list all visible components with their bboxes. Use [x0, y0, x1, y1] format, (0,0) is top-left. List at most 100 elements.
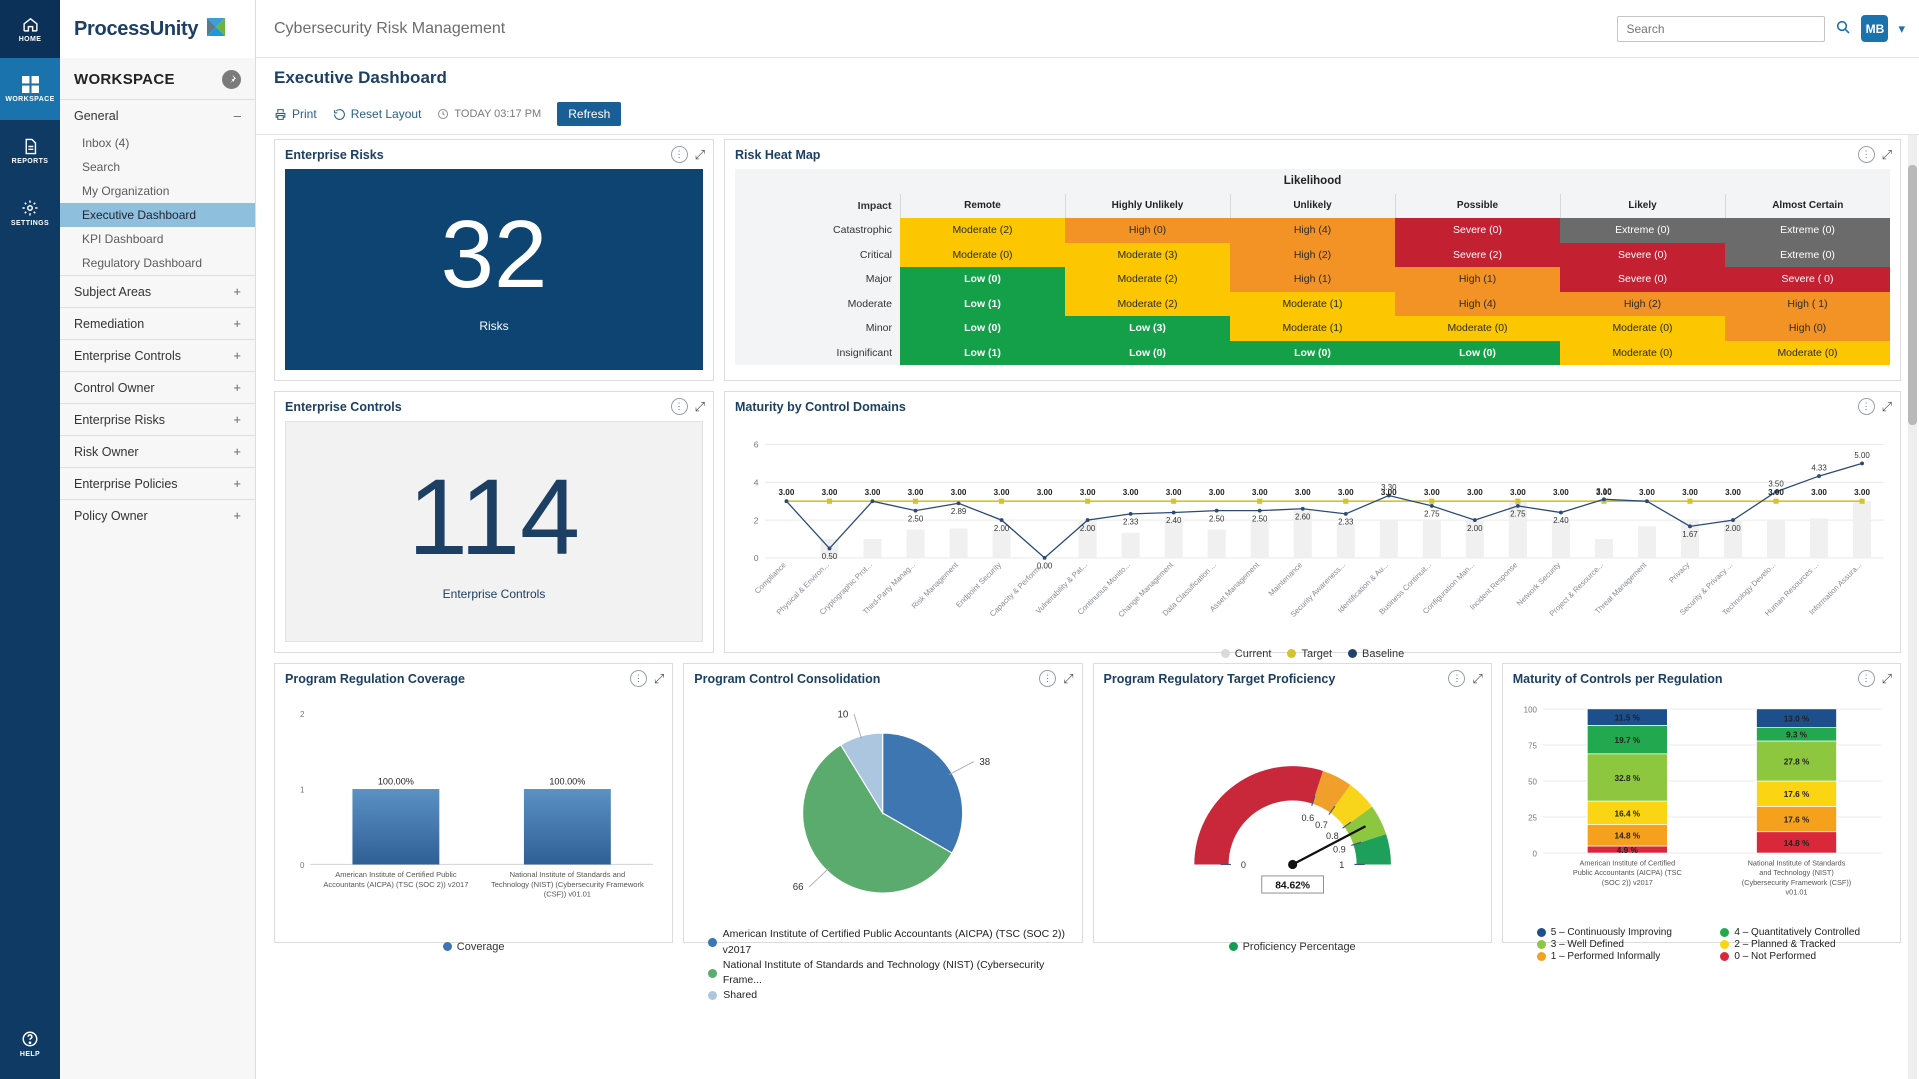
legend-item-coverage[interactable]: Coverage [443, 941, 505, 953]
heat-map-cell[interactable]: Severe (0) [1560, 267, 1725, 292]
kebab-menu-icon[interactable]: ⋮ [1858, 146, 1875, 163]
reset-layout-button[interactable]: Reset Layout [333, 107, 422, 121]
kebab-menu-icon[interactable]: ⋮ [671, 398, 688, 415]
expand-icon[interactable]: + [233, 476, 241, 491]
expand-icon[interactable]: ⤢ [1882, 147, 1892, 163]
kebab-menu-icon[interactable]: ⋮ [1448, 670, 1465, 687]
expand-icon[interactable]: + [233, 284, 241, 299]
heat-map-cell[interactable]: Moderate (0) [900, 243, 1065, 268]
search-icon[interactable] [1835, 19, 1851, 38]
heat-map-cell[interactable]: Low (0) [1395, 341, 1560, 366]
heat-map-cell[interactable]: High (2) [1560, 292, 1725, 317]
heat-map-cell[interactable]: Moderate (2) [1065, 267, 1230, 292]
heat-map-cell[interactable]: Moderate (1) [1230, 316, 1395, 341]
heat-map-cell[interactable]: Moderate (0) [1725, 341, 1890, 366]
pin-icon[interactable] [222, 70, 241, 89]
sidebar-item-inbox[interactable]: Inbox (4) [60, 131, 255, 155]
heat-map-cell[interactable]: Extreme (0) [1725, 218, 1890, 243]
avatar[interactable]: MB [1861, 15, 1888, 42]
expand-icon[interactable]: ⤢ [1063, 671, 1073, 687]
sidebar-item-my-organization[interactable]: My Organization [60, 179, 255, 203]
coverage-chart[interactable]: 012100.00%American Institute of Certifie… [285, 693, 662, 939]
heat-map-cell[interactable]: Extreme (0) [1560, 218, 1725, 243]
expand-icon[interactable]: ⤢ [1882, 399, 1892, 415]
heat-map-cell[interactable]: Moderate (1) [1230, 292, 1395, 317]
heat-map-cell[interactable]: Low (3) [1065, 316, 1230, 341]
nav-group-enterprise-risks[interactable]: Enterprise Risks+ [60, 403, 255, 435]
nav-group-subject-areas[interactable]: Subject Areas+ [60, 275, 255, 307]
gauge-chart[interactable]: 00.60.70.80.9184.62% [1104, 693, 1481, 939]
legend-item-0[interactable]: 0 – Not Performed [1720, 951, 1890, 962]
heat-map-cell[interactable]: High (2) [1230, 243, 1395, 268]
nav-group-head-general[interactable]: General – [60, 100, 255, 131]
expand-icon[interactable]: ⤢ [1882, 671, 1892, 687]
expand-icon[interactable]: + [233, 316, 241, 331]
legend-item-shared[interactable]: Shared [708, 988, 1071, 1003]
expand-icon[interactable]: + [233, 348, 241, 363]
legend-item-target[interactable]: Target [1287, 648, 1332, 660]
expand-icon[interactable]: ⤢ [695, 147, 705, 163]
rail-item-settings[interactable]: SETTINGS [0, 182, 60, 244]
heat-map-cell[interactable]: Low (0) [900, 316, 1065, 341]
legend-item-baseline[interactable]: Baseline [1348, 648, 1404, 660]
legend-item-3[interactable]: 3 – Well Defined [1537, 939, 1707, 950]
nav-group-risk-owner[interactable]: Risk Owner+ [60, 435, 255, 467]
heat-map-cell[interactable]: Moderate (0) [1560, 316, 1725, 341]
sidebar-item-search[interactable]: Search [60, 155, 255, 179]
consolidation-chart[interactable]: 386610 [694, 693, 1071, 927]
heat-map-cell[interactable]: Low (0) [900, 267, 1065, 292]
nav-group-control-owner[interactable]: Control Owner+ [60, 371, 255, 403]
nav-group-policy-owner[interactable]: Policy Owner+ [60, 499, 255, 531]
heat-map-cell[interactable]: Low (1) [900, 341, 1065, 366]
heat-map-cell[interactable]: High (1) [1230, 267, 1395, 292]
expand-icon[interactable]: + [233, 444, 241, 459]
legend-item-aicpa[interactable]: American Institute of Certified Public A… [708, 927, 1071, 957]
search-input[interactable] [1617, 16, 1825, 42]
kebab-menu-icon[interactable]: ⋮ [1858, 398, 1875, 415]
kebab-menu-icon[interactable]: ⋮ [1039, 670, 1056, 687]
search-field[interactable] [1626, 22, 1816, 36]
expand-icon[interactable]: ⤢ [695, 399, 705, 415]
chevron-down-icon[interactable]: ▾ [1898, 21, 1905, 37]
heat-map-cell[interactable]: High (4) [1230, 218, 1395, 243]
maturity-reg-chart[interactable]: 02550751004.9 %14.8 %16.4 %32.8 %19.7 %1… [1513, 693, 1890, 927]
heat-map-cell[interactable]: Moderate (0) [1560, 341, 1725, 366]
scrollbar-thumb[interactable] [1908, 165, 1917, 425]
legend-item-5[interactable]: 5 – Continuously Improving [1537, 927, 1707, 938]
kebab-menu-icon[interactable]: ⋮ [671, 146, 688, 163]
heat-map-cell[interactable]: Moderate (2) [1065, 292, 1230, 317]
heat-map-cell[interactable]: Moderate (2) [900, 218, 1065, 243]
maturity-chart[interactable]: 02463.003.003.003.003.003.003.003.003.00… [735, 421, 1890, 646]
heat-map-cell[interactable]: Severe (0) [1395, 218, 1560, 243]
kebab-menu-icon[interactable]: ⋮ [1858, 670, 1875, 687]
heat-map-cell[interactable]: High (4) [1395, 292, 1560, 317]
sidebar-item-regulatory-dashboard[interactable]: Regulatory Dashboard [60, 251, 255, 275]
rail-item-workspace[interactable]: WORKSPACE [0, 58, 60, 120]
expand-icon[interactable]: + [233, 508, 241, 523]
heat-map-cell[interactable]: Moderate (0) [1395, 316, 1560, 341]
heat-map-cell[interactable]: Severe ( 0) [1725, 267, 1890, 292]
heat-map-cell[interactable]: Low (1) [900, 292, 1065, 317]
nav-group-enterprise-controls[interactable]: Enterprise Controls+ [60, 339, 255, 371]
legend-item-proficiency[interactable]: Proficiency Percentage [1229, 941, 1356, 953]
expand-icon[interactable]: + [233, 412, 241, 427]
heat-map-cell[interactable]: Severe (2) [1395, 243, 1560, 268]
heat-map-cell[interactable]: High ( 1) [1725, 292, 1890, 317]
refresh-button[interactable]: Refresh [557, 102, 621, 126]
kebab-menu-icon[interactable]: ⋮ [630, 670, 647, 687]
heat-map-cell[interactable]: High (1) [1395, 267, 1560, 292]
legend-item-current[interactable]: Current [1221, 648, 1272, 660]
heat-map-cell[interactable]: Extreme (0) [1725, 243, 1890, 268]
expand-icon[interactable]: ⤢ [654, 671, 664, 687]
expand-icon[interactable]: ⤢ [1472, 671, 1482, 687]
nav-group-remediation[interactable]: Remediation+ [60, 307, 255, 339]
rail-item-reports[interactable]: REPORTS [0, 120, 60, 182]
rail-item-help[interactable]: HELP [0, 1009, 60, 1079]
heat-map-cell[interactable]: Low (0) [1065, 341, 1230, 366]
nav-group-enterprise-policies[interactable]: Enterprise Policies+ [60, 467, 255, 499]
heat-map-cell[interactable]: Severe (0) [1560, 243, 1725, 268]
expand-icon[interactable]: + [233, 380, 241, 395]
brand[interactable]: ProcessUnity [74, 16, 228, 43]
legend-item-4[interactable]: 4 – Quantitatively Controlled [1720, 927, 1890, 938]
legend-item-1[interactable]: 1 – Performed Informally [1537, 951, 1707, 962]
